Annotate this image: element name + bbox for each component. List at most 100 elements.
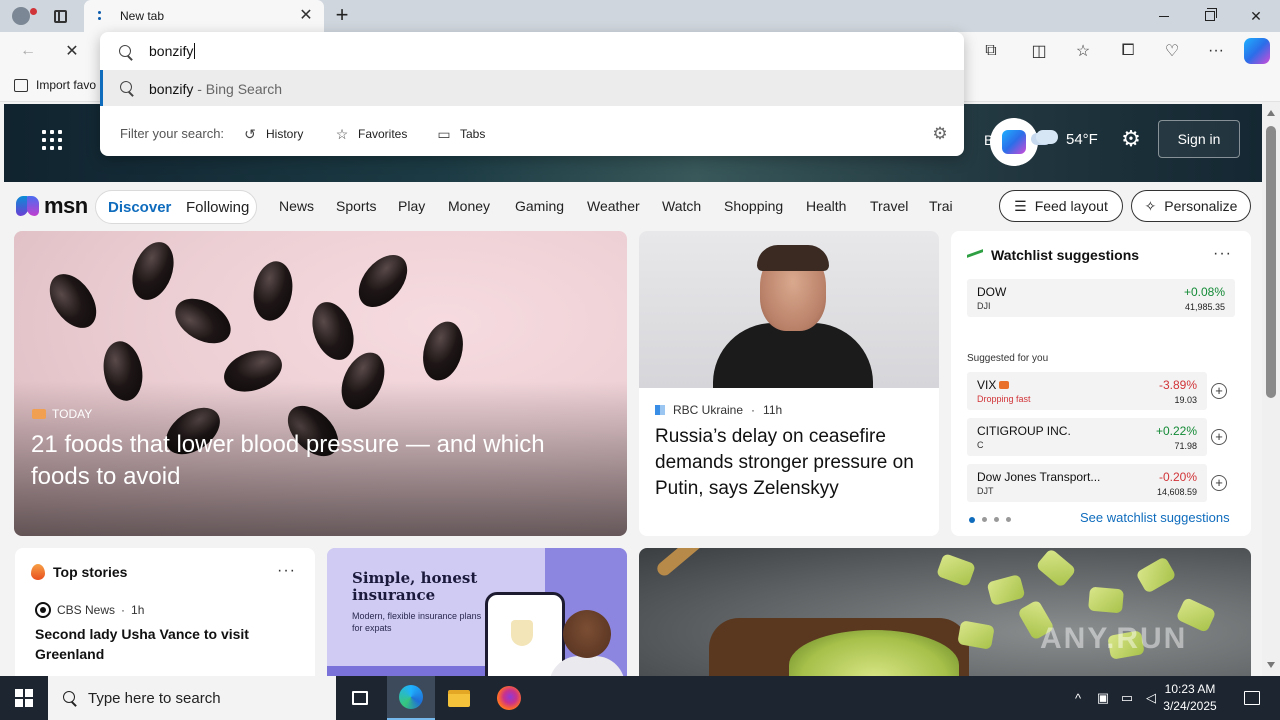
insurance-ad-card[interactable]: Simple, honest insurance Modern, flexibl… bbox=[327, 548, 627, 676]
search-settings-gear-icon[interactable]: ⚙ bbox=[930, 124, 950, 144]
stop-loading-icon[interactable]: ✕ bbox=[58, 37, 86, 65]
nav-traffic[interactable]: Trai bbox=[929, 198, 953, 214]
profile-button[interactable] bbox=[8, 4, 37, 28]
nav-health[interactable]: Health bbox=[806, 198, 846, 214]
filter-history[interactable]: ↺ History bbox=[242, 122, 303, 146]
nav-watch[interactable]: Watch bbox=[662, 198, 701, 214]
today-logo-icon bbox=[32, 409, 46, 419]
add-to-watchlist-button[interactable]: + bbox=[1211, 475, 1227, 491]
scroll-up-arrow-icon[interactable] bbox=[1267, 110, 1275, 116]
filter-favorites[interactable]: ☆ Favorites bbox=[334, 122, 408, 146]
taskbar-search-icon bbox=[62, 690, 78, 706]
system-clock[interactable]: 10:23 AM 3/24/2025 bbox=[1150, 681, 1230, 715]
address-bar[interactable]: bonzify bbox=[100, 32, 964, 70]
news-story-card[interactable]: RBC Ukraine · 11h Russia’s delay on ceas… bbox=[639, 231, 939, 536]
main-story-title[interactable]: 21 foods that lower blood pressure — and… bbox=[31, 429, 591, 493]
nav-weather[interactable]: Weather bbox=[587, 198, 640, 214]
suggestion-query: bonzify bbox=[149, 81, 194, 97]
search-icon bbox=[118, 44, 134, 60]
collections-icon[interactable]: ⧠ bbox=[1114, 37, 1142, 65]
back-arrow-icon[interactable]: ← bbox=[14, 37, 42, 65]
favorites-star-icon[interactable]: ☆ bbox=[1069, 37, 1097, 65]
extensions-icon[interactable]: ⧉ bbox=[977, 37, 1005, 65]
feed-layout-button[interactable]: ☰ Feed layout bbox=[999, 190, 1123, 222]
page-scrollbar[interactable] bbox=[1262, 102, 1280, 676]
personalize-button[interactable]: ✧ Personalize bbox=[1131, 190, 1251, 222]
tab-actions-icon[interactable] bbox=[48, 6, 72, 26]
edge-taskbar-icon[interactable] bbox=[387, 676, 435, 720]
sliders-icon: ☰ bbox=[1014, 197, 1027, 214]
notifications-icon[interactable] bbox=[1232, 676, 1272, 720]
msn-logo[interactable]: msn bbox=[16, 193, 88, 219]
settings-more-icon[interactable]: ··· bbox=[1202, 37, 1230, 65]
top-stories-card: Top stories ··· CBS News · 1h Second lad… bbox=[15, 548, 315, 676]
scroll-down-arrow-icon[interactable] bbox=[1267, 662, 1275, 668]
food-story-card[interactable] bbox=[639, 548, 1251, 676]
shield-icon bbox=[511, 620, 533, 646]
add-to-watchlist-button[interactable]: + bbox=[1211, 383, 1227, 399]
copilot-icon[interactable] bbox=[1244, 38, 1270, 64]
star-icon: ☆ bbox=[335, 126, 349, 142]
search-suggestion[interactable]: bonzify - Bing Search bbox=[100, 70, 964, 106]
import-favorites-label: Import favo bbox=[36, 78, 97, 92]
address-bar-dropdown: bonzify bonzify - Bing Search Filter you… bbox=[100, 32, 964, 156]
show-hidden-icons-chevron-icon[interactable]: ^ bbox=[1068, 676, 1088, 720]
nav-play[interactable]: Play bbox=[398, 198, 425, 214]
news-story-title[interactable]: Russia’s delay on ceasefire demands stro… bbox=[655, 424, 925, 502]
sign-in-button[interactable]: Sign in bbox=[1158, 120, 1240, 158]
tab-close-icon[interactable]: ✕ bbox=[296, 6, 316, 26]
tab-new-tab[interactable]: New tab ✕ bbox=[84, 0, 324, 32]
minimize-button[interactable] bbox=[1141, 0, 1187, 32]
search-filter-row: Filter your search: ↺ History ☆ Favorite… bbox=[100, 116, 964, 152]
see-watchlist-link[interactable]: See watchlist suggestions bbox=[1080, 510, 1230, 525]
top-story-headline[interactable]: Second lady Usha Vance to visit Greenlan… bbox=[35, 624, 295, 664]
firefox-taskbar-icon[interactable] bbox=[485, 676, 533, 720]
nav-sports[interactable]: Sports bbox=[336, 198, 376, 214]
tab-following[interactable]: Following bbox=[186, 199, 249, 216]
page-settings-gear-icon[interactable]: ⚙ bbox=[1118, 126, 1144, 152]
tab-title: New tab bbox=[120, 9, 165, 23]
nav-travel[interactable]: Travel bbox=[870, 198, 908, 214]
tab-discover[interactable]: Discover bbox=[108, 199, 171, 216]
file-explorer-icon[interactable] bbox=[435, 676, 483, 720]
nav-gaming[interactable]: Gaming bbox=[515, 198, 564, 214]
filter-tabs[interactable]: ▭ Tabs bbox=[436, 122, 485, 146]
app-launcher-grid-icon[interactable] bbox=[42, 130, 62, 150]
start-button[interactable] bbox=[0, 676, 48, 720]
ad-person-image bbox=[563, 610, 611, 658]
anyrun-watermark: ANY.RUN bbox=[1040, 622, 1188, 655]
weather-temperature[interactable]: 54°F bbox=[1066, 131, 1098, 148]
ethernet-icon[interactable]: ▭ bbox=[1116, 676, 1138, 720]
suggestion-search-icon bbox=[119, 80, 135, 96]
msn-new-tab-page: Berlin 54°F ⚙ Sign in msn Discover Follo… bbox=[0, 102, 1262, 676]
performance-icon[interactable]: ♡ bbox=[1158, 37, 1186, 65]
stock-row-vix[interactable]: VIX Dropping fast -3.89% 19.03 + bbox=[967, 372, 1235, 410]
stock-row-dow[interactable]: DOW DJI +0.08% 41,985.35 bbox=[967, 279, 1235, 317]
task-view-icon[interactable] bbox=[336, 676, 384, 720]
new-tab-button[interactable]: + bbox=[330, 4, 354, 28]
address-input[interactable]: bonzify bbox=[149, 43, 196, 59]
nav-money[interactable]: Money bbox=[448, 198, 490, 214]
knife-image bbox=[654, 548, 756, 579]
filter-label: Filter your search: bbox=[120, 126, 225, 141]
scrollbar-thumb[interactable] bbox=[1266, 126, 1276, 398]
network-icon[interactable]: ▣ bbox=[1092, 676, 1114, 720]
top-story-source: CBS News · 1h bbox=[35, 602, 144, 618]
watchlist-more-icon[interactable]: ··· bbox=[1213, 245, 1232, 263]
carousel-dots[interactable] bbox=[969, 517, 1011, 523]
nav-shopping[interactable]: Shopping bbox=[724, 198, 783, 214]
main-story-card[interactable]: TODAY 21 foods that lower blood pressure… bbox=[14, 231, 627, 536]
stock-row-djt[interactable]: Dow Jones Transport... DJT -0.20% 14,608… bbox=[967, 464, 1235, 502]
restore-button[interactable] bbox=[1187, 0, 1233, 32]
rbc-logo-icon bbox=[655, 405, 665, 415]
close-window-button[interactable]: ✕ bbox=[1233, 0, 1279, 32]
taskbar-search-box[interactable]: Type here to search bbox=[48, 676, 336, 720]
add-to-watchlist-button[interactable]: + bbox=[1211, 429, 1227, 445]
history-icon: ↺ bbox=[244, 126, 256, 142]
import-favorites-button[interactable]: Import favo bbox=[14, 78, 96, 92]
stock-row-citigroup[interactable]: CITIGROUP INC. C +0.22% 71.98 + bbox=[967, 418, 1235, 456]
nav-news[interactable]: News bbox=[279, 198, 314, 214]
top-stories-more-icon[interactable]: ··· bbox=[277, 562, 296, 580]
split-screen-icon[interactable]: ◫ bbox=[1025, 37, 1053, 65]
copilot-button[interactable] bbox=[990, 118, 1038, 166]
